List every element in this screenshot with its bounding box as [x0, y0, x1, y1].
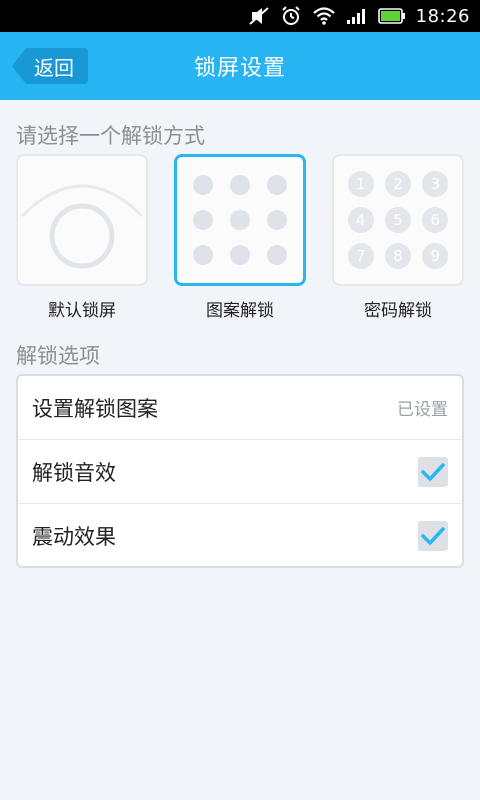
pattern-lock-card[interactable] — [174, 154, 306, 286]
unlock-sound-checkbox[interactable] — [418, 456, 448, 487]
wifi-icon — [312, 6, 336, 26]
back-button-label: 返回 — [34, 55, 74, 80]
unlock-option-pattern[interactable]: 图案解锁 — [174, 154, 306, 321]
pattern-dot — [229, 245, 250, 266]
unlock-option-default[interactable]: 默认锁屏 — [16, 154, 148, 321]
checkmark-icon — [421, 462, 445, 481]
header: 返回 锁屏设置 — [0, 32, 480, 100]
set-pattern-row[interactable]: 设置解锁图案 已设置 — [18, 376, 462, 440]
pin-digit: 5 — [384, 207, 411, 233]
pin-digit: 1 — [347, 171, 374, 197]
unlock-options-list: 设置解锁图案 已设置 解锁音效 震动效果 — [16, 374, 464, 568]
pattern-dot — [193, 245, 214, 266]
pattern-dot — [266, 209, 287, 230]
pin-digit: 4 — [347, 207, 374, 233]
pattern-lock-label: 图案解锁 — [206, 301, 274, 321]
status-bar: 18:26 — [0, 0, 480, 32]
default-lock-label: 默认锁屏 — [48, 301, 116, 321]
page-title: 锁屏设置 — [193, 56, 286, 81]
pin-digit: 6 — [422, 207, 449, 233]
pattern-dot — [193, 209, 214, 230]
unlock-sound-label: 解锁音效 — [32, 460, 116, 485]
pattern-dot — [193, 174, 214, 195]
unlock-option-pin[interactable]: 1 2 3 4 5 6 7 8 9 密码解锁 — [332, 154, 464, 321]
mute-icon — [248, 6, 270, 26]
pin-digit: 9 — [422, 243, 449, 269]
pin-digit: 2 — [384, 171, 411, 197]
vibration-label: 震动效果 — [32, 525, 116, 549]
pin-grid: 1 2 3 4 5 6 7 8 9 — [334, 156, 462, 284]
pattern-dot — [229, 174, 250, 195]
battery-icon — [377, 8, 406, 24]
status-time: 18:26 — [415, 5, 470, 27]
pin-digit: 8 — [384, 243, 411, 269]
unlock-method-cards: 默认锁屏 图案解锁 1 2 3 4 5 6 7 8 9 密码解锁 — [16, 154, 464, 321]
checkmark-icon — [421, 527, 445, 545]
back-button[interactable]: 返回 — [12, 48, 88, 84]
set-pattern-label: 设置解锁图案 — [32, 396, 158, 421]
unlock-sound-row[interactable]: 解锁音效 — [18, 440, 462, 504]
vibration-row[interactable]: 震动效果 — [18, 504, 462, 568]
pattern-dot — [266, 245, 287, 266]
pattern-dot — [229, 209, 250, 230]
signal-icon — [346, 7, 368, 25]
pattern-grid — [177, 157, 303, 283]
pin-lock-label: 密码解锁 — [364, 301, 432, 321]
pin-lock-card[interactable]: 1 2 3 4 5 6 7 8 9 — [332, 154, 464, 286]
default-lock-illustration — [20, 184, 144, 269]
default-lock-card[interactable] — [16, 154, 148, 286]
pin-digit: 7 — [347, 243, 374, 269]
pattern-dot — [266, 174, 287, 195]
vibration-checkbox[interactable] — [418, 521, 448, 551]
set-pattern-status: 已设置 — [397, 400, 448, 420]
unlock-options-title: 解锁选项 — [16, 344, 100, 368]
unlock-method-title: 请选择一个解锁方式 — [16, 124, 205, 148]
pin-digit: 3 — [422, 171, 449, 197]
alarm-icon — [280, 5, 302, 27]
